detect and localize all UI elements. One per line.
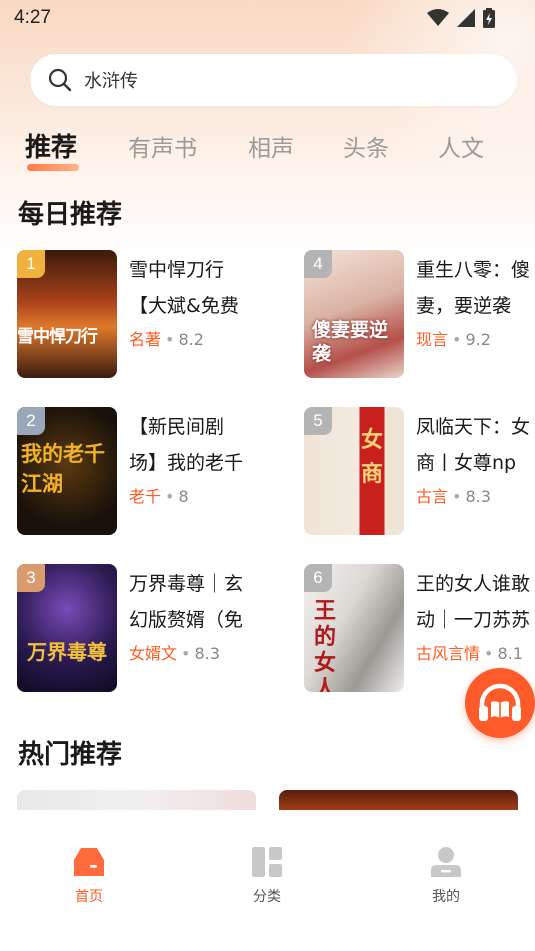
book-card[interactable]: 雪中悍刀行 1 雪中悍刀行 【大斌&免费 名著 • 8.2 [17,250,257,380]
book-tag: 现言 [416,330,449,349]
tab-crosstalk[interactable]: 相声 [248,129,294,163]
book-meta: 古言 • 8.3 [416,487,491,506]
book-tag: 名著 [129,330,162,349]
signal-icon [457,9,475,27]
book-title: 王的女人谁敢 动｜一刀苏苏 [416,573,531,631]
book-tag: 老千 [129,487,162,506]
book-score: 9.2 [465,330,491,349]
book-title: 重生八零：傻 妻，要逆袭 [416,259,531,317]
book-title: 【新民间剧 场】我的老千 [129,416,244,474]
audio-player-button[interactable] [465,668,535,738]
rank-badge: 2 [17,407,45,435]
profile-icon [431,847,461,877]
book-cover: 女商 5 [304,407,404,535]
search-input[interactable]: 水浒传 [30,54,517,106]
nav-home[interactable]: 首页 [49,846,129,906]
rank-badge: 5 [304,407,332,435]
rank-badge: 1 [17,250,45,278]
book-cover: 傻妻要逆袭 4 [304,250,404,378]
category-tabs: 推荐 有声书 相声 头条 人文 [0,124,535,174]
bottom-navigation: 首页 分类 我的 [0,810,535,951]
book-cover: 王的女人 6 [304,564,404,692]
cover-title-art: 傻妻要逆袭 [312,319,389,365]
status-time: 4:27 [14,7,51,28]
headphones-icon [479,683,521,721]
rank-badge: 3 [17,564,45,592]
active-tab-indicator [27,164,79,171]
wifi-icon [427,9,449,26]
search-query: 水浒传 [84,71,138,92]
tab-headlines[interactable]: 头条 [343,129,389,163]
book-card[interactable]: 万界毒尊 3 万界毒尊｜玄 幻版赘婿（免 女婿文 • 8.3 [17,564,257,694]
book-card[interactable]: 女商 5 凤临天下：女 商丨女尊np 古言 • 8.3 [304,407,535,537]
book-tag: 古言 [416,487,449,506]
book-title: 万界毒尊｜玄 幻版赘婿（免 [129,573,244,631]
book-meta: 现言 • 9.2 [416,330,491,349]
book-score: 8 [178,487,189,506]
tab-recommend[interactable]: 推荐 [25,127,77,164]
home-icon [74,848,104,876]
cover-title-art: 雪中悍刀行 [17,327,98,347]
rank-badge: 6 [304,564,332,592]
rank-badge: 4 [304,250,332,278]
nav-category-label: 分类 [253,889,281,905]
status-bar: 4:27 [0,0,535,36]
cover-title-art: 女商 [361,427,384,487]
book-meta: 古风言情 • 8.1 [416,644,523,663]
book-cover: 我的老千江湖 2 [17,407,117,535]
book-card[interactable]: 傻妻要逆袭 4 重生八零：傻 妻，要逆袭 现言 • 9.2 [304,250,535,380]
status-icons [427,8,495,28]
cover-title-art: 我的老千江湖 [21,441,105,496]
cover-title-art: 万界毒尊 [27,640,107,664]
nav-category[interactable]: 分类 [227,846,307,906]
book-title: 凤临天下：女 商丨女尊np [416,416,531,474]
book-card[interactable]: 我的老千江湖 2 【新民间剧 场】我的老千 老千 • 8 [17,407,257,537]
nav-home-label: 首页 [75,889,103,905]
book-tag: 女婿文 [129,644,178,663]
battery-icon [483,8,495,28]
category-icon [252,847,282,877]
book-meta: 名著 • 8.2 [129,330,204,349]
book-cover: 万界毒尊 3 [17,564,117,692]
section-title-daily: 每日推荐 [18,200,123,230]
tab-audiobook[interactable]: 有声书 [128,129,197,163]
book-score: 8.3 [194,644,220,663]
book-meta: 女婿文 • 8.3 [129,644,220,663]
nav-profile[interactable]: 我的 [406,846,486,906]
search-icon [48,68,72,92]
tab-humanities[interactable]: 人文 [438,129,484,163]
book-score: 8.1 [497,644,523,663]
book-meta: 老千 • 8 [129,487,189,506]
book-cover: 雪中悍刀行 1 [17,250,117,378]
nav-profile-label: 我的 [432,889,460,905]
book-tag: 古风言情 [416,644,481,663]
cover-title-art: 王的女人 [314,598,337,692]
book-score: 8.2 [178,330,204,349]
book-score: 8.3 [465,487,491,506]
book-title: 雪中悍刀行 【大斌&免费 [129,259,239,317]
section-title-hot: 热门推荐 [18,740,123,770]
